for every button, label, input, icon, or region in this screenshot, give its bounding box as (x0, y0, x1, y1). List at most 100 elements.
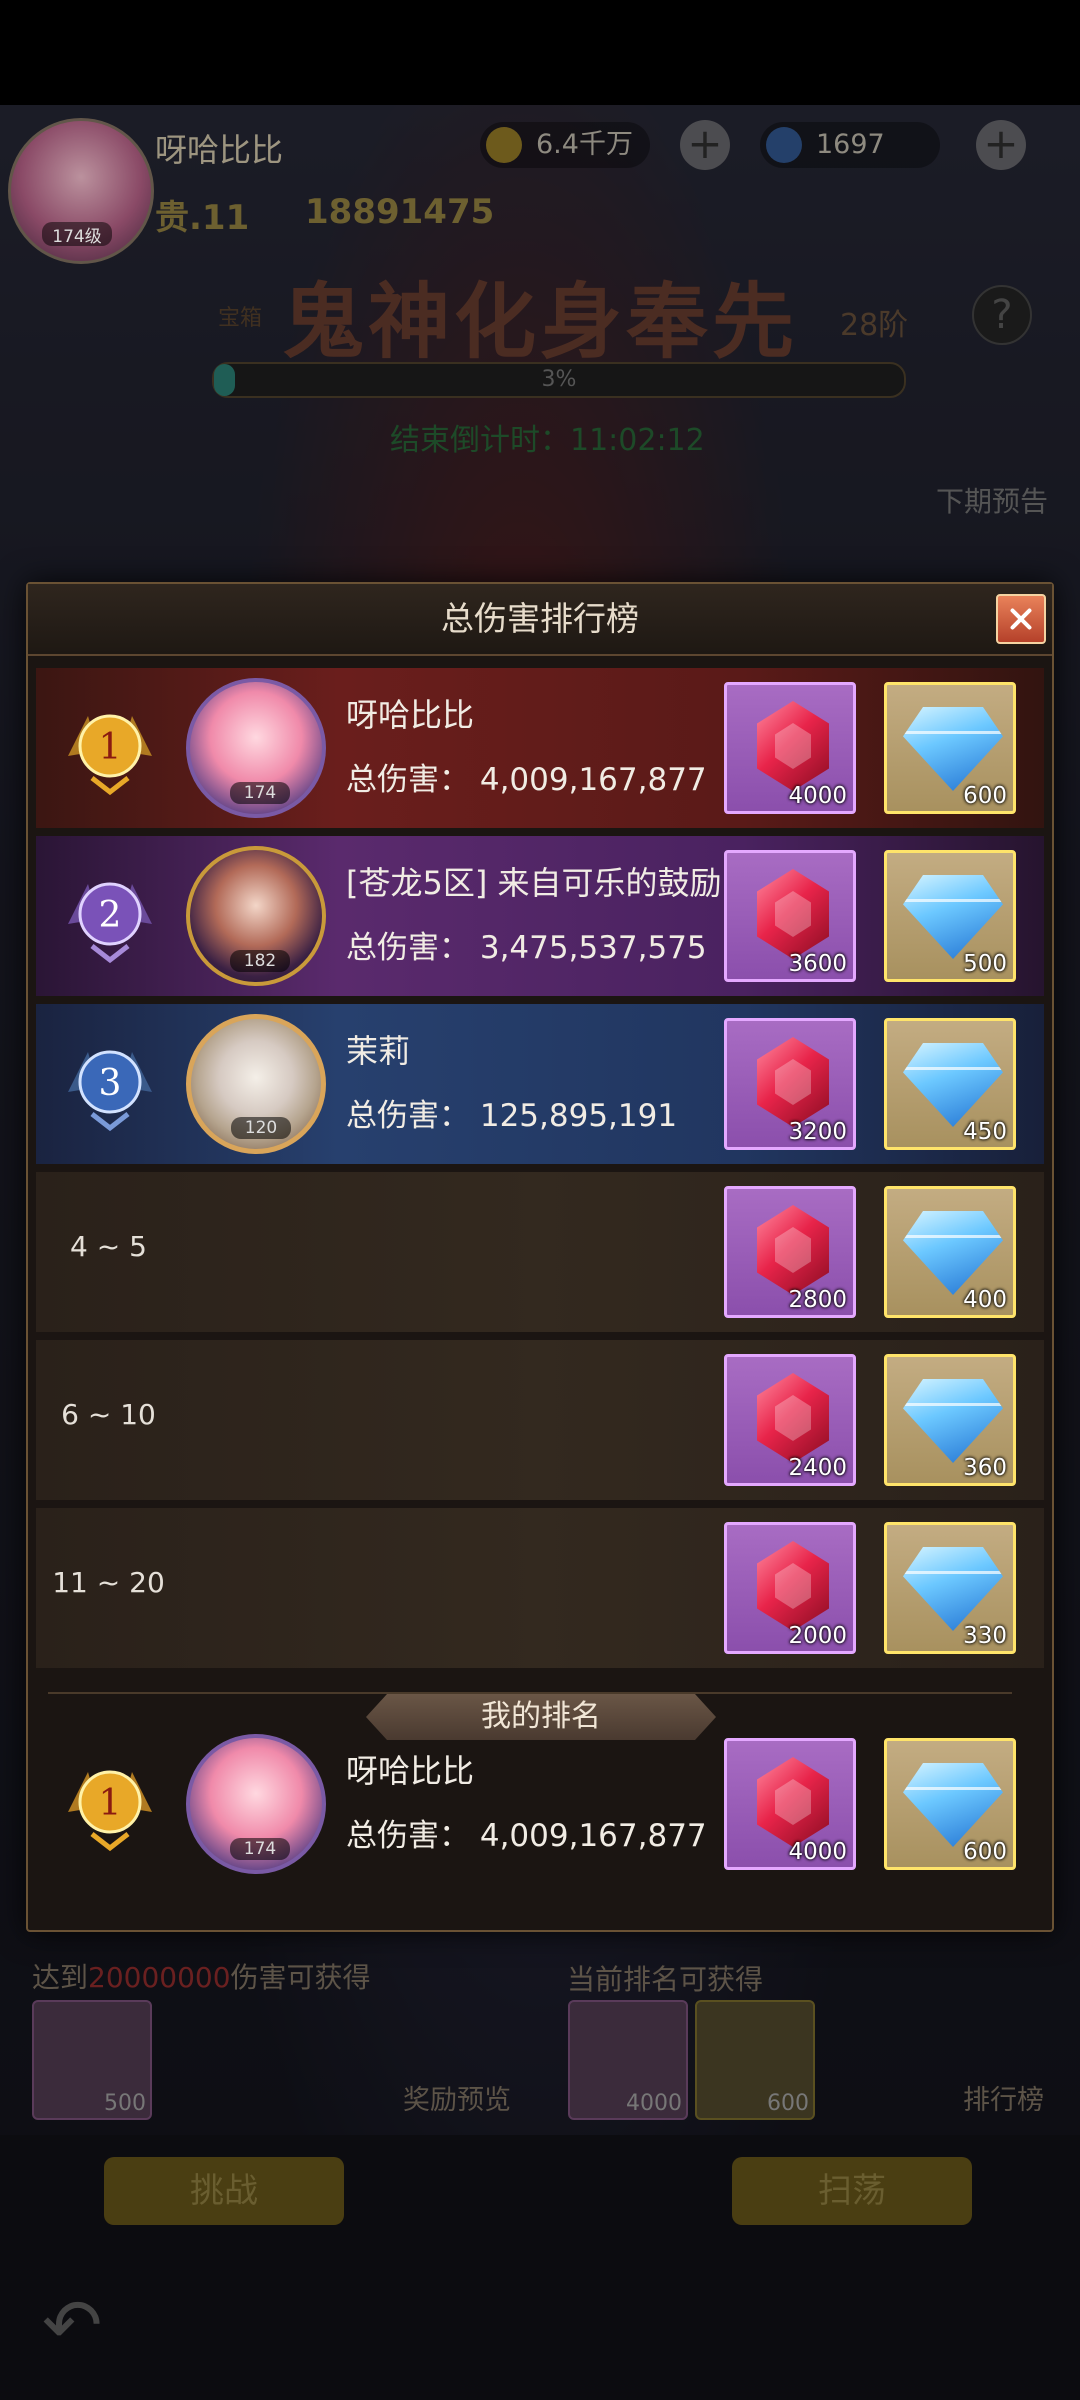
challenge-button[interactable]: 挑战 (104, 2157, 344, 2225)
ruby-count: 2400 (788, 1455, 847, 1481)
diamond-reward[interactable]: 360 (884, 1354, 1016, 1486)
ruby-reward[interactable]: 4000 (724, 1738, 856, 1870)
diamond-count: 450 (963, 1119, 1007, 1145)
ruby-count: 3600 (788, 951, 847, 977)
rank-number: 3 (99, 1063, 122, 1104)
ranking-row-1[interactable]: 1 174 呀哈比比 总伤害： 4,009,167,877 4000 600 (36, 668, 1044, 828)
avatar-level: 174 (230, 782, 290, 804)
ruby-reward[interactable]: 3600 (724, 850, 856, 982)
gold-value: 6.4千万 (536, 129, 633, 160)
ruby-count: 2000 (788, 1623, 847, 1649)
diamond-icon (903, 1547, 1003, 1631)
boss-progress-bar: 3% (212, 362, 906, 398)
diamond-count: 360 (963, 1455, 1007, 1481)
diamond-counter: 1697 (760, 122, 940, 168)
add-gold-button[interactable]: + (680, 120, 730, 170)
diamond-reward[interactable]: 600 (884, 682, 1016, 814)
threshold-reward-item[interactable]: 500 (32, 2000, 152, 2120)
rank-number: 1 (99, 727, 122, 768)
ruby-reward[interactable]: 2800 (724, 1186, 856, 1318)
vip-level: 贵.11 (155, 198, 250, 238)
player-name: 呀哈比比 (346, 696, 475, 734)
diamond-reward[interactable]: 600 (884, 1738, 1016, 1870)
ruby-reward[interactable]: 2400 (724, 1354, 856, 1486)
total-damage: 总伤害： 3,475,537,575 (346, 930, 707, 966)
current-reward-diamond[interactable]: 600 (695, 2000, 815, 2120)
ruby-reward[interactable]: 4000 (724, 682, 856, 814)
ranking-modal: 总伤害排行榜 1 174 呀哈比比 总伤害： 4,009,167,877 400… (26, 582, 1054, 1932)
boss-stage: 28阶 (840, 308, 909, 343)
rank-range: 4 ~ 5 (70, 1230, 147, 1263)
diamond-count: 330 (963, 1623, 1007, 1649)
total-damage: 总伤害： 4,009,167,877 (346, 1818, 707, 1854)
reward-preview-button[interactable]: 奖励预览 (403, 2078, 511, 2117)
diamond-icon (903, 1379, 1003, 1463)
damage-threshold-text: 达到20000000伤害可获得 (32, 1956, 371, 1996)
modal-header: 总伤害排行榜 (28, 584, 1052, 656)
total-damage: 总伤害： 125,895,191 (346, 1098, 678, 1134)
diamond-count: 400 (963, 1287, 1007, 1313)
player-name: 呀哈比比 (346, 1752, 475, 1790)
diamond-count: 600 (963, 783, 1007, 809)
my-rank-row[interactable]: 1 174 呀哈比比 总伤害： 4,009,167,877 4000 600 (36, 1724, 1044, 1884)
ruby-count: 2800 (788, 1287, 847, 1313)
rank-range: 6 ~ 10 (61, 1398, 156, 1431)
diamond-count: 600 (963, 1839, 1007, 1865)
player-name: 呀哈比比 (155, 131, 284, 169)
blue-medal-icon: 3 (68, 1050, 152, 1132)
ruby-count: 4000 (788, 783, 847, 809)
ranking-row-11-20[interactable]: 11 ~ 20 2000 330 (36, 1508, 1044, 1668)
diamond-reward[interactable]: 400 (884, 1186, 1016, 1318)
help-button[interactable]: ? (972, 285, 1032, 345)
avatar[interactable]: 120 (186, 1014, 326, 1154)
ranking-row-6-10[interactable]: 6 ~ 10 2400 360 (36, 1340, 1044, 1500)
rank-number: 2 (99, 895, 122, 936)
diamond-icon (903, 1043, 1003, 1127)
player-name: [苍龙5区] 来自可乐的鼓励 (346, 864, 722, 902)
diamond-icon (766, 127, 802, 163)
gold-counter: 6.4千万 (480, 122, 650, 168)
leaderboard-button[interactable]: 排行榜 (963, 2078, 1044, 2117)
add-diamond-button[interactable]: + (976, 120, 1026, 170)
diamond-icon (903, 707, 1003, 791)
countdown-timer: 结束倒计时：11:02:12 (390, 423, 705, 458)
avatar[interactable]: 182 (186, 846, 326, 986)
ruby-reward[interactable]: 3200 (724, 1018, 856, 1150)
threshold-value: 20000000 (88, 1961, 231, 1994)
ruby-icon (757, 1541, 829, 1631)
ranking-row-4-5[interactable]: 4 ~ 5 2800 400 (36, 1172, 1044, 1332)
diamond-reward[interactable]: 330 (884, 1522, 1016, 1654)
rank-range: 11 ~ 20 (52, 1566, 165, 1599)
ruby-icon (757, 1205, 829, 1295)
player-name: 茉莉 (346, 1032, 411, 1070)
divider (48, 1692, 1012, 1694)
ruby-count: 3200 (788, 1119, 847, 1145)
next-preview-button[interactable]: 下期预告 (936, 480, 1048, 520)
ruby-reward[interactable]: 2000 (724, 1522, 856, 1654)
boss-progress-label: 3% (541, 367, 577, 392)
diamond-reward[interactable]: 450 (884, 1018, 1016, 1150)
ranking-row-3[interactable]: 3 120 茉莉 总伤害： 125,895,191 3200 450 (36, 1004, 1044, 1164)
ruby-icon (757, 701, 829, 791)
ruby-icon (757, 869, 829, 959)
player-level: 174级 (42, 222, 112, 247)
avatar[interactable]: 174 (186, 678, 326, 818)
diamond-icon (903, 875, 1003, 959)
avatar-level: 174 (230, 1838, 290, 1860)
diamond-icon (903, 1211, 1003, 1295)
close-button[interactable] (996, 594, 1046, 644)
diamond-count: 500 (963, 951, 1007, 977)
sweep-button[interactable]: 扫荡 (732, 2157, 972, 2225)
avatar[interactable]: 174 (186, 1734, 326, 1874)
ruby-icon (757, 1037, 829, 1127)
combat-power: 18891475 (305, 192, 495, 232)
avatar-level: 120 (231, 1117, 291, 1139)
ranking-row-2[interactable]: 2 182 [苍龙5区] 来自可乐的鼓励 总伤害： 3,475,537,575 … (36, 836, 1044, 996)
current-rank-reward-label: 当前排名可获得 (567, 1963, 764, 1996)
threshold-prefix: 达到 (32, 1961, 89, 1994)
total-damage: 总伤害： 4,009,167,877 (346, 762, 707, 798)
purple-medal-icon: 2 (68, 882, 152, 964)
back-arrow-icon[interactable]: ↶ (42, 2285, 122, 2365)
diamond-reward[interactable]: 500 (884, 850, 1016, 982)
current-reward-ruby[interactable]: 4000 (568, 2000, 688, 2120)
